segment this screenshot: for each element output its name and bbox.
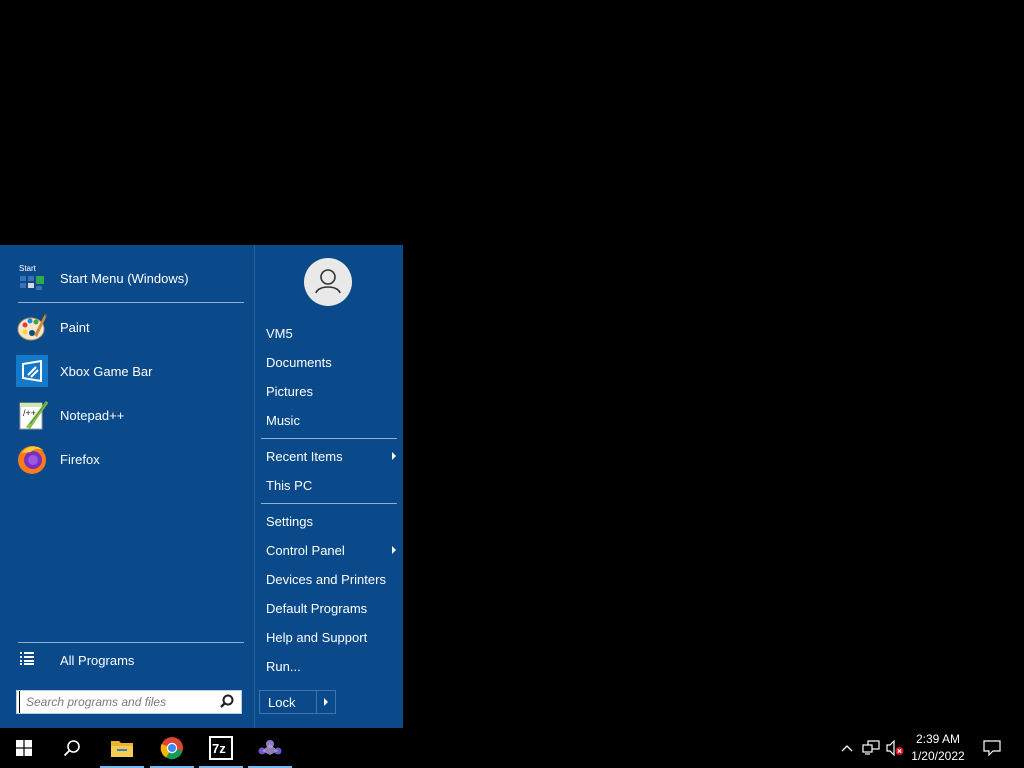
menu-item-this-pc[interactable]: This PC (266, 473, 400, 497)
notepadpp-icon: /++ (16, 399, 48, 431)
menu-item-label: Default Programs (266, 600, 368, 616)
chevron-right-icon (392, 546, 396, 554)
lock-button[interactable]: Lock (259, 690, 336, 714)
notification-icon (983, 740, 1001, 756)
svg-text:/++: /++ (23, 408, 36, 418)
firefox-icon (16, 443, 48, 475)
menu-item-default-programs[interactable]: Default Programs (266, 596, 400, 620)
start-menu-right-column: VM5 Documents Pictures Music Recent Item… (254, 245, 404, 728)
menu-item-devices-and-printers[interactable]: Devices and Printers (266, 567, 400, 591)
program-label: Firefox (60, 451, 100, 467)
search-icon (63, 740, 80, 757)
all-programs-label: All Programs (60, 652, 135, 668)
program-label: Paint (60, 319, 90, 335)
user-avatar[interactable] (304, 258, 352, 306)
start-menu: Start Start Menu (Windows) Paint Xbox Ga… (0, 245, 403, 728)
menu-item-label: Pictures (266, 383, 313, 399)
taskbar-search-button[interactable] (48, 728, 96, 768)
separator (18, 642, 244, 643)
action-center-button[interactable] (978, 728, 1006, 768)
menu-item-help-and-support[interactable]: Help and Support (266, 625, 400, 649)
taskbar-file-explorer[interactable] (98, 728, 146, 768)
user-icon (315, 269, 341, 294)
start-menu-windows-icon: Start (16, 262, 48, 294)
taskbar-7zip[interactable]: 7z (197, 728, 245, 768)
chevron-right-icon (392, 452, 396, 460)
all-programs-button[interactable]: All Programs (16, 648, 246, 672)
file-explorer-icon (111, 741, 133, 757)
taskbar-chrome[interactable] (148, 728, 196, 768)
menu-item-label: Documents (266, 354, 332, 370)
chevron-right-icon (324, 698, 328, 706)
menu-item-music[interactable]: Music (266, 408, 400, 432)
program-notepadpp[interactable]: /++ Notepad++ (16, 395, 246, 435)
program-label: Xbox Game Bar (60, 363, 153, 379)
chrome-icon (160, 737, 183, 760)
volume-muted-icon (886, 740, 904, 756)
network-icon (862, 740, 880, 755)
program-paint[interactable]: Paint (16, 307, 246, 347)
menu-item-label: Devices and Printers (266, 571, 386, 587)
chevron-up-icon (841, 745, 853, 752)
search-input[interactable] (19, 691, 217, 713)
program-start-menu-windows[interactable]: Start Start Menu (Windows) (16, 258, 246, 298)
search-icon[interactable] (217, 692, 237, 712)
separator (261, 503, 397, 504)
menu-item-label: Run... (266, 658, 301, 674)
menu-item-label: Settings (266, 513, 313, 529)
menu-item-documents[interactable]: Documents (266, 350, 400, 374)
menu-item-label: VM5 (266, 325, 293, 341)
menu-item-label: Recent Items (266, 448, 343, 464)
network-tray-button[interactable] (860, 728, 882, 768)
taskbar-app[interactable] (246, 728, 294, 768)
paint-icon (16, 311, 48, 343)
lock-label: Lock (268, 694, 296, 710)
taskbar: 7z 2:39 AM 1/20/2022 (0, 728, 1024, 768)
clock-date: 1/20/2022 (911, 749, 965, 763)
menu-item-recent-items[interactable]: Recent Items (266, 444, 400, 468)
list-icon (20, 651, 36, 670)
separator (18, 302, 244, 303)
menu-item-vm5[interactable]: VM5 (266, 321, 400, 345)
program-firefox[interactable]: Firefox (16, 439, 246, 479)
xbox-game-bar-icon (16, 355, 48, 387)
start-button[interactable] (0, 728, 48, 768)
windows-logo-icon (16, 740, 32, 756)
7zip-icon: 7z (209, 736, 233, 760)
menu-item-label: Music (266, 412, 300, 428)
menu-item-label: Help and Support (266, 629, 368, 645)
menu-item-run[interactable]: Run... (266, 654, 400, 678)
search-box (16, 690, 242, 714)
menu-item-label: This PC (266, 477, 313, 493)
program-label: Start Menu (Windows) (60, 270, 189, 286)
app-icon (258, 740, 282, 755)
volume-tray-button[interactable] (884, 728, 906, 768)
clock-time: 2:39 AM (915, 732, 961, 746)
start-menu-left-column: Start Start Menu (Windows) Paint Xbox Ga… (0, 245, 254, 728)
separator (261, 438, 397, 439)
menu-item-settings[interactable]: Settings (266, 509, 400, 533)
menu-item-control-panel[interactable]: Control Panel (266, 538, 400, 562)
program-xbox-game-bar[interactable]: Xbox Game Bar (16, 351, 246, 391)
program-label: Notepad++ (60, 407, 125, 423)
show-hidden-icons-button[interactable] (838, 728, 856, 768)
svg-text:Start: Start (19, 264, 37, 273)
svg-text:7z: 7z (212, 741, 226, 756)
menu-item-label: Control Panel (266, 542, 345, 558)
clock[interactable]: 2:39 AM 1/20/2022 (906, 731, 970, 765)
lock-options-button[interactable] (316, 691, 335, 713)
menu-item-pictures[interactable]: Pictures (266, 379, 400, 403)
